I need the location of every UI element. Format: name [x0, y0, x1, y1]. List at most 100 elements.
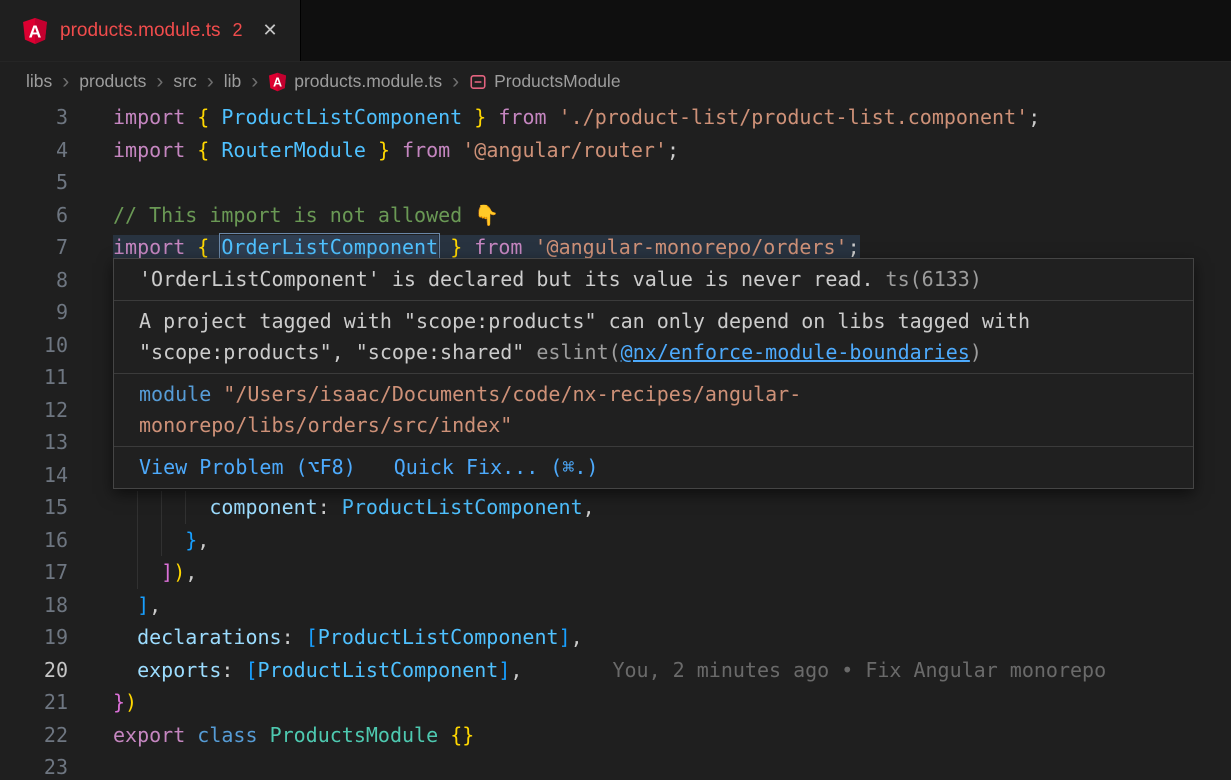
- breadcrumb: libs › products › src › lib › A products.module…: [0, 62, 1231, 101]
- breadcrumb-item-products[interactable]: products: [79, 71, 146, 92]
- line-number-3[interactable]: 3: [0, 101, 113, 134]
- line-number-16[interactable]: 16: [0, 524, 113, 557]
- line-number-9[interactable]: 9: [0, 296, 113, 329]
- code-line-17[interactable]: ]),: [113, 556, 1231, 589]
- line-number-11[interactable]: 11: [0, 361, 113, 394]
- hover-rows: 'OrderListComponent' is declared but its…: [114, 259, 1193, 446]
- token: }: [378, 138, 390, 162]
- editor: 34567891011121314151617181920212223 impo…: [0, 101, 1231, 780]
- token: exports: [137, 658, 221, 682]
- code-line-19[interactable]: declarations: [ProductListComponent],: [113, 621, 1231, 654]
- line-number-6[interactable]: 6: [0, 199, 113, 232]
- token: [547, 105, 559, 129]
- token: from: [474, 235, 522, 259]
- token: }: [474, 105, 486, 129]
- breadcrumb-label: lib: [224, 71, 242, 92]
- view-problem-action[interactable]: View Problem (⌥F8): [139, 452, 356, 483]
- line-number-8[interactable]: 8: [0, 264, 113, 297]
- token: [209, 138, 221, 162]
- line-number-4[interactable]: 4: [0, 134, 113, 167]
- line-number-15[interactable]: 15: [0, 491, 113, 524]
- breadcrumb-item-productsmodule[interactable]: ProductsModule: [469, 71, 620, 92]
- token: :: [221, 658, 245, 682]
- token: component: [209, 495, 317, 519]
- eslint-rule-link[interactable]: @nx/enforce-module-boundaries: [621, 340, 970, 364]
- line-number-12[interactable]: 12: [0, 394, 113, 427]
- token: }: [185, 528, 197, 552]
- token: import: [113, 105, 185, 129]
- token: [522, 235, 534, 259]
- code-line-4[interactable]: import { RouterModule } from '@angular/r…: [113, 134, 1231, 167]
- code-text: }): [113, 690, 137, 714]
- token: [185, 235, 197, 259]
- line-number-21[interactable]: 21: [0, 686, 113, 719]
- token: {: [197, 138, 209, 162]
- line-number-18[interactable]: 18: [0, 589, 113, 622]
- line-number-10[interactable]: 10: [0, 329, 113, 362]
- token: ]: [161, 560, 173, 584]
- hover-message-3: module "/Users/isaac/Documents/code/nx-r…: [114, 373, 1193, 446]
- token: OrderListComponent: [221, 235, 438, 259]
- breadcrumb-item-lib[interactable]: lib: [224, 71, 242, 92]
- code-text: ],: [113, 593, 161, 617]
- token: import: [113, 138, 185, 162]
- token: ]: [498, 658, 510, 682]
- code-line-18[interactable]: ],: [113, 589, 1231, 622]
- indent-guide: [137, 524, 138, 557]
- token: [462, 235, 474, 259]
- token: ProductListComponent: [221, 105, 462, 129]
- code-line-22[interactable]: export class ProductsModule {}: [113, 719, 1231, 752]
- line-number-22[interactable]: 22: [0, 719, 113, 752]
- code-line-20[interactable]: exports: [ProductListComponent],You, 2 m…: [113, 654, 1231, 687]
- tab-close-button[interactable]: ✕: [263, 20, 278, 41]
- hover-message-2: A project tagged with "scope:products" c…: [114, 300, 1193, 373]
- code-text: import { ProductListComponent } from './…: [113, 105, 1040, 129]
- code-line-23[interactable]: [113, 751, 1231, 780]
- line-number-7[interactable]: 7: [0, 231, 113, 264]
- line-number-5[interactable]: 5: [0, 166, 113, 199]
- code-line-5[interactable]: [113, 166, 1231, 199]
- breadcrumb-item-products-module-ts[interactable]: A products.module.ts: [268, 71, 442, 92]
- code-text: exports: [ProductListComponent],: [113, 658, 522, 682]
- token: [258, 723, 270, 747]
- vscode-window: A products.module.ts 2 ✕ libs › products › s…: [0, 0, 1231, 780]
- breadcrumb-separator: ›: [206, 71, 215, 92]
- token: ,: [583, 495, 595, 519]
- line-number-19[interactable]: 19: [0, 621, 113, 654]
- token: [209, 235, 221, 259]
- token: ProductsModule: [270, 723, 439, 747]
- token: }: [113, 690, 125, 714]
- breadcrumb-separator: ›: [61, 71, 70, 92]
- tab-title: products.module.ts: [60, 20, 221, 42]
- token: [462, 105, 474, 129]
- token: [113, 658, 137, 682]
- tab-products-module[interactable]: A products.module.ts 2 ✕: [0, 0, 301, 61]
- line-number-17[interactable]: 17: [0, 556, 113, 589]
- module-icon: [469, 73, 487, 91]
- breadcrumb-separator: ›: [155, 71, 164, 92]
- code-line-16[interactable]: },: [113, 524, 1231, 557]
- code-line-15[interactable]: component: ProductListComponent,: [113, 491, 1231, 524]
- line-number-20[interactable]: 20: [0, 654, 113, 687]
- breadcrumb-label: libs: [26, 71, 52, 92]
- token: ): [173, 560, 185, 584]
- code-text: import { RouterModule } from '@angular/r…: [113, 138, 679, 162]
- code-line-6[interactable]: // This import is not allowed 👇: [113, 199, 1231, 232]
- code-line-21[interactable]: }): [113, 686, 1231, 719]
- line-number-14[interactable]: 14: [0, 459, 113, 492]
- breadcrumb-separator: ›: [451, 71, 460, 92]
- token: [185, 723, 197, 747]
- line-number-13[interactable]: 13: [0, 426, 113, 459]
- line-number-23[interactable]: 23: [0, 751, 113, 780]
- token: eslint(: [536, 340, 620, 364]
- code-line-3[interactable]: import { ProductListComponent } from './…: [113, 101, 1231, 134]
- breadcrumb-item-libs[interactable]: libs: [26, 71, 52, 92]
- angular-icon: A: [268, 72, 287, 92]
- token: class: [197, 723, 257, 747]
- token: export: [113, 723, 185, 747]
- token: [: [245, 658, 257, 682]
- token: ,: [149, 593, 161, 617]
- token: [113, 593, 137, 617]
- breadcrumb-item-src[interactable]: src: [173, 71, 196, 92]
- quick-fix-action[interactable]: Quick Fix... (⌘.): [394, 452, 599, 483]
